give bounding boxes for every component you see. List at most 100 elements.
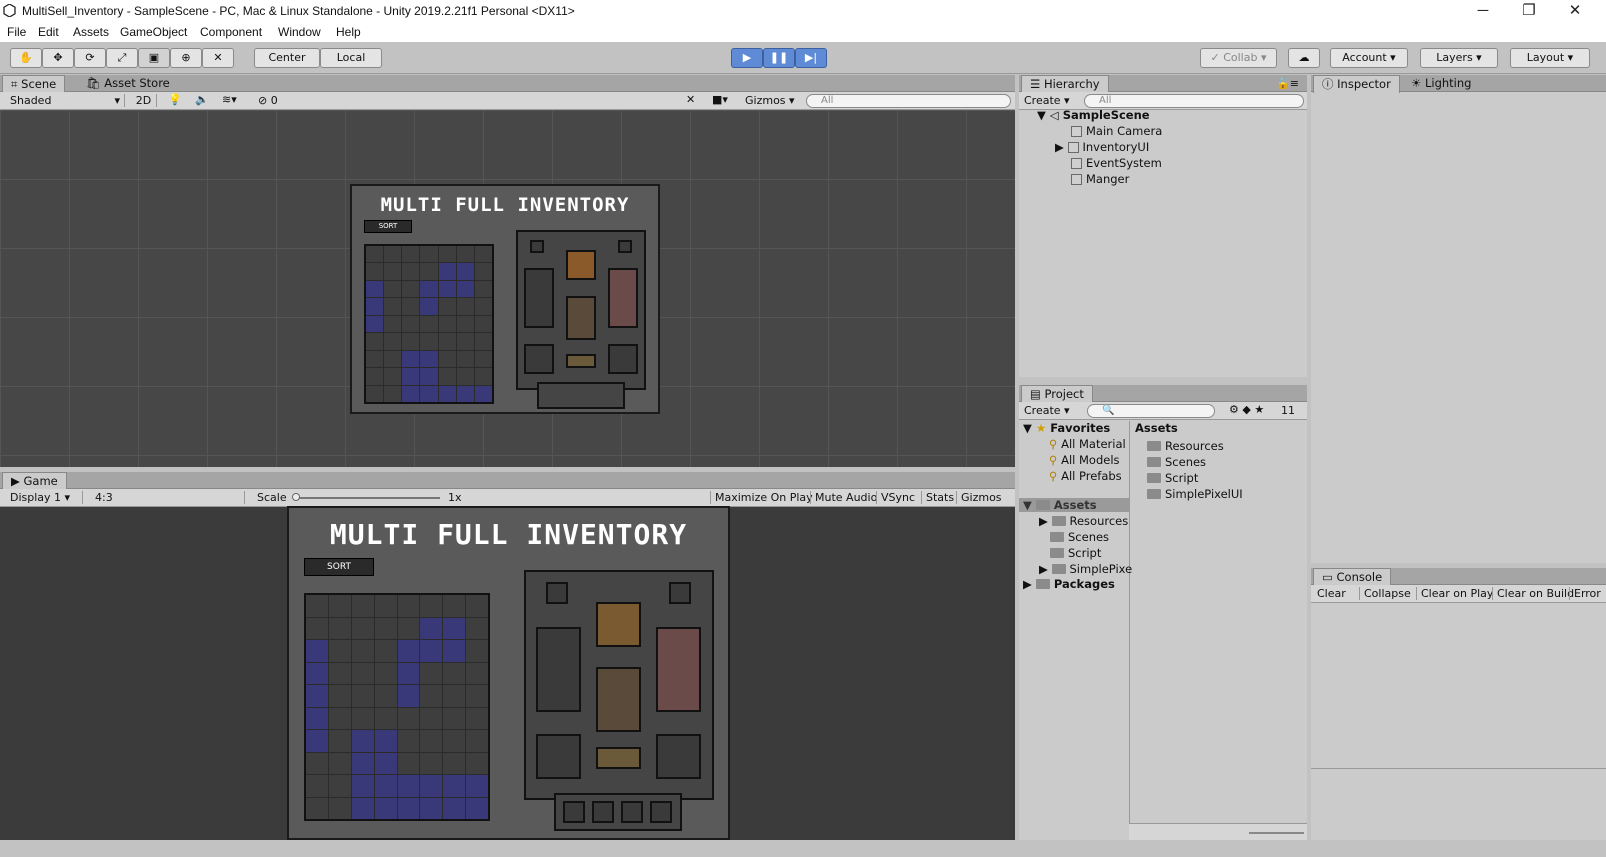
inventory-cell[interactable] [397,752,420,774]
tab-game[interactable]: ▶ Game [2,472,67,490]
account-dropdown[interactable]: Account ▾ [1330,48,1408,68]
inventory-cell[interactable] [328,617,351,639]
inventory-cell[interactable] [366,368,384,385]
inventory-cell[interactable] [443,730,466,752]
favorites-item[interactable]: ▼ ★ Favorites [1023,421,1110,435]
rotate-tool-icon[interactable]: ⟳ [74,48,106,68]
inventory-cell[interactable] [420,775,443,797]
inventory-cell[interactable] [366,298,384,315]
inventory-cell[interactable] [366,246,384,263]
inventory-cell[interactable] [374,662,397,684]
inventory-cell[interactable] [443,662,466,684]
inventory-cell[interactable] [397,617,420,639]
inventory-cell[interactable] [306,617,328,639]
scene-root-item[interactable]: ▼ ◁ SampleScene [1037,108,1150,122]
vsync-toggle[interactable]: VSync [876,491,915,504]
lock-icon[interactable]: 🔒≡ [1276,77,1299,90]
inventory-cell[interactable] [466,617,488,639]
quick-slot[interactable] [650,801,672,823]
shading-dropdown[interactable]: Shaded ▾ [10,94,125,107]
inventory-cell[interactable] [366,315,384,333]
inventory-cell[interactable] [456,368,474,385]
inventory-cell[interactable] [420,263,438,280]
asset-list-item[interactable]: SimplePixelUI [1147,487,1243,501]
fav-item[interactable]: ⚲ All Models [1049,453,1120,467]
inventory-cell[interactable] [306,640,328,662]
inventory-cell[interactable] [374,685,397,707]
inventory-cell[interactable] [420,315,438,333]
inventory-cell[interactable] [306,662,328,684]
icon-size-slider[interactable] [1249,832,1304,834]
inventory-cell[interactable] [456,298,474,315]
inventory-cell[interactable] [438,350,456,368]
inventory-cell[interactable] [438,368,456,385]
hand-tool-icon[interactable]: ✋ [10,48,42,68]
inventory-cell[interactable] [384,385,402,402]
transform-tool-icon[interactable]: ⊕ [170,48,202,68]
menu-gameobject[interactable]: GameObject [120,25,187,39]
hierarchy-item[interactable]: Main Camera [1071,124,1162,138]
inventory-cell[interactable] [328,707,351,729]
inventory-cell[interactable] [474,315,492,333]
hierarchy-item[interactable]: ▶ InventoryUI [1055,140,1149,154]
inventory-cell[interactable] [351,640,374,662]
maximize-on-play-toggle[interactable]: Maximize On Play [710,491,813,504]
inventory-cell[interactable] [466,775,488,797]
equip-slot-right-top[interactable] [669,582,691,604]
asset-list-item[interactable]: Scenes [1147,455,1206,469]
asset-tree-item[interactable]: ▶ Resources [1039,514,1128,528]
inventory-cell[interactable] [351,775,374,797]
inventory-cell[interactable] [374,730,397,752]
hierarchy-create-dropdown[interactable]: Create ▾ [1024,94,1070,107]
menu-edit[interactable]: Edit [38,25,59,39]
inventory-cell[interactable] [306,797,328,819]
inventory-cell[interactable] [456,385,474,402]
inventory-cell[interactable] [366,333,384,350]
inventory-cell[interactable] [397,707,420,729]
inventory-cell[interactable] [328,640,351,662]
inventory-cell[interactable] [402,385,420,402]
inventory-cell[interactable] [443,797,466,819]
hierarchy-search-input[interactable]: All [1084,94,1304,108]
inventory-cell[interactable] [374,617,397,639]
tab-project[interactable]: ▤ Project [1021,385,1093,403]
inventory-cell[interactable] [443,595,466,617]
inventory-cell[interactable] [420,752,443,774]
inventory-cell[interactable] [374,752,397,774]
inventory-cell[interactable] [456,246,474,263]
rect-tool-icon[interactable]: ▣ [138,48,170,68]
tab-asset-store[interactable]: 🛍 Asset Store [78,75,178,93]
inventory-cell[interactable] [420,385,438,402]
inventory-cell[interactable] [402,263,420,280]
inventory-cell[interactable] [306,707,328,729]
inventory-cell[interactable] [351,730,374,752]
inventory-cell[interactable] [397,775,420,797]
inventory-cell[interactable] [306,775,328,797]
inventory-cell[interactable] [466,707,488,729]
inventory-cell[interactable] [474,298,492,315]
stats-toggle[interactable]: Stats [921,491,954,504]
audio-toggle-icon[interactable]: 🔈 [195,93,209,106]
inventory-cell[interactable] [474,333,492,350]
inventory-cell[interactable] [328,662,351,684]
inventory-cell[interactable] [420,298,438,315]
belt-slot[interactable] [596,747,641,769]
mute-audio-toggle[interactable]: Mute Audio [810,491,877,504]
assets-tree-item[interactable]: ▼ Assets [1019,498,1129,512]
inventory-cell[interactable] [420,350,438,368]
menu-assets[interactable]: Assets [73,25,109,39]
scale-slider[interactable] [295,497,440,499]
hidden-count-icon[interactable]: ⊘ 0 [258,94,278,107]
helmet-slot[interactable] [596,602,641,647]
inventory-cell[interactable] [402,298,420,315]
inventory-cell[interactable] [328,730,351,752]
inventory-cell[interactable] [466,752,488,774]
inventory-cell[interactable] [402,280,420,298]
cloud-icon[interactable]: ☁ [1288,48,1320,68]
tab-hierarchy[interactable]: ☰ Hierarchy [1021,75,1109,93]
asset-list-item[interactable]: Resources [1147,439,1224,453]
inventory-cell[interactable] [466,662,488,684]
filter-icons[interactable]: ⚙ ◆ ★ [1229,403,1264,416]
inventory-cell[interactable] [420,246,438,263]
console-error-toggle[interactable]: Error [1569,587,1601,600]
